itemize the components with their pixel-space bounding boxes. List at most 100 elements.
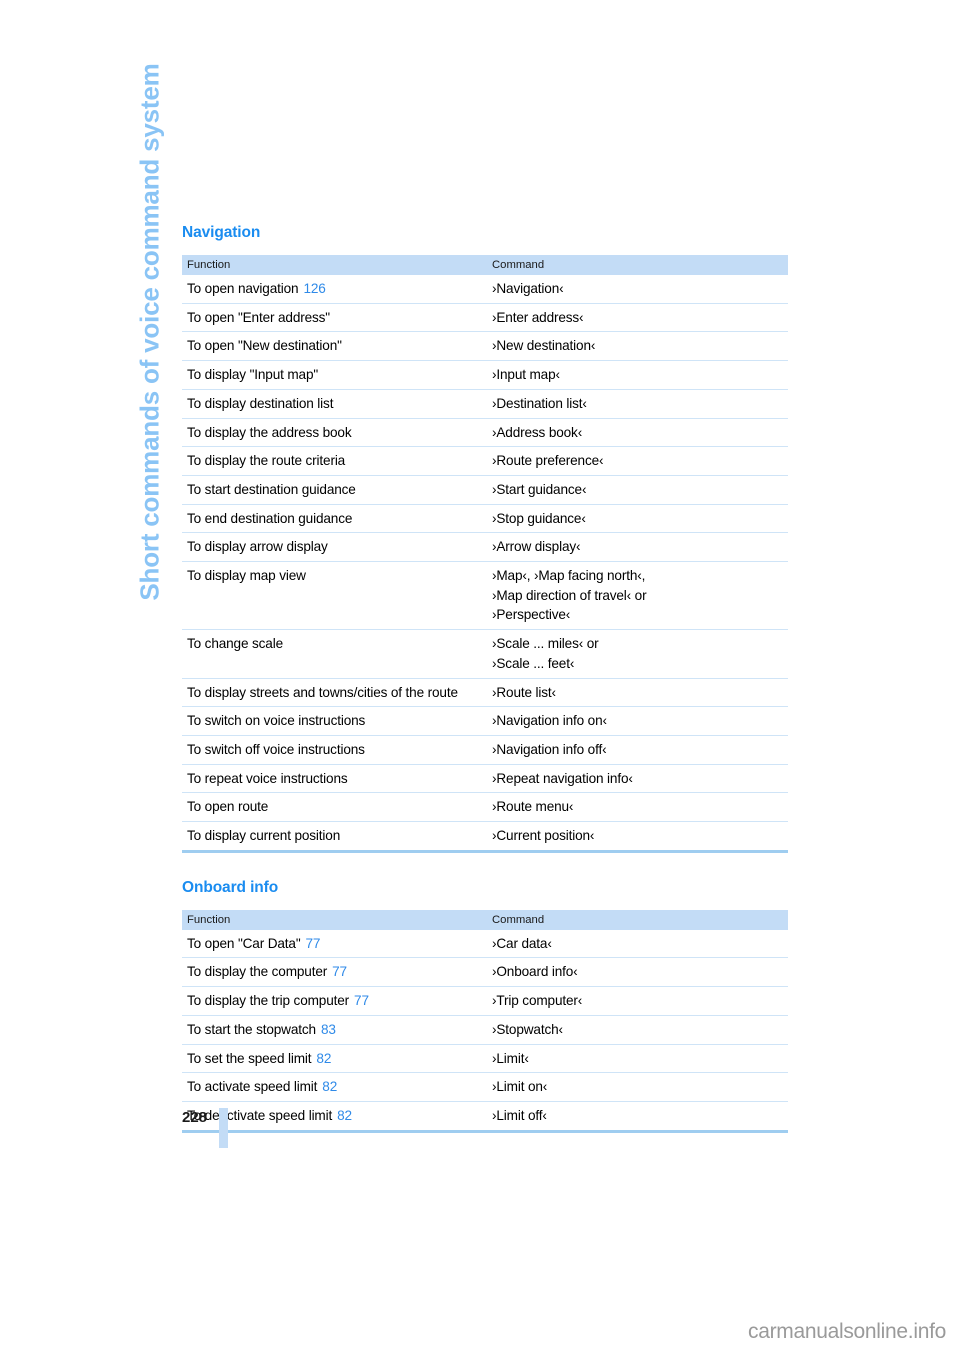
function-label: To display destination list (187, 395, 334, 411)
function-label: To display current position (187, 828, 341, 844)
command-line: ›Repeat navigation info‹ (492, 770, 633, 786)
cell-command: ›Route list‹ (487, 678, 788, 708)
cell-function: To switch on voice instructions (182, 706, 487, 736)
cell-function: To open "Car Data" 77 (182, 929, 487, 959)
command-line: ›Enter address‹ (492, 309, 584, 325)
section-heading: Onboard info (182, 878, 279, 896)
command-line: ›Limit off‹ (492, 1107, 547, 1123)
cell-command: ›Start guidance‹ (487, 475, 788, 505)
cell-function: To switch off voice instructions (182, 735, 487, 765)
cell-command: ›Onboard info‹ (487, 957, 788, 988)
page-reference-link[interactable]: 82 (332, 1108, 352, 1123)
command-line: ›Route menu‹ (492, 799, 574, 815)
command-line: ›Scale ... miles‹ or (492, 636, 599, 652)
table-row: To set the speed limit 82 ›Limit‹ (182, 1044, 788, 1074)
cell-command: ›Map‹, ›Map facing north‹, ›Map direction… (487, 561, 788, 631)
function-label: To display map view (187, 568, 306, 584)
cell-function: To display "Input map" (182, 360, 487, 390)
cell-function: To repeat voice instructions (182, 764, 487, 794)
cell-command: ›Current position‹ (487, 821, 788, 853)
function-label: To display the computer (187, 964, 328, 980)
table-row: To display destination list ›Destination … (182, 389, 788, 419)
cell-function: To open "New destination" (182, 331, 487, 362)
function-label: To display the address book (187, 424, 352, 440)
page-reference-link[interactable]: 83 (316, 1022, 336, 1037)
function-label: To repeat voice instructions (187, 770, 348, 786)
function-label: To display streets and towns/cities of t… (187, 684, 458, 700)
function-label: To open navigation (187, 281, 299, 296)
cell-command: ›Navigation‹ (487, 275, 788, 304)
column-header-command: Command (487, 909, 788, 930)
command-line: ›New destination‹ (492, 338, 596, 354)
table-row: To display "Input map" ›Input map‹ (182, 360, 788, 390)
table-row: To switch on voice instructions ›Navigati… (182, 706, 788, 736)
cell-command: ›Limit off‹ (487, 1101, 788, 1133)
command-line: ›Current position‹ (492, 828, 595, 844)
cell-function: To display arrow display (182, 532, 487, 563)
function-label: To switch on voice instructions (187, 713, 366, 729)
cell-function: To display the route criteria (182, 446, 487, 476)
table-row: To open "Enter address" ›Enter address‹ (182, 303, 788, 333)
page-reference-link[interactable]: 126 (298, 281, 325, 296)
page-reference-link[interactable]: 77 (301, 936, 321, 951)
table-row: To display arrow display ›Arrow display‹ (182, 532, 788, 563)
cell-command: ›Input map‹ (487, 360, 788, 390)
function-label: To change scale (187, 636, 283, 652)
page-marker-bar (219, 1108, 229, 1148)
sections-root: Navigation Function Command To open navigat… (182, 224, 788, 1133)
command-line: ›Scale ... feet‹ (492, 655, 575, 671)
table-header-row: Function Command (182, 255, 788, 275)
page-reference-link[interactable]: 77 (327, 964, 347, 979)
page-number-block: 228 (182, 1108, 229, 1148)
function-label: To display "Input map" (187, 367, 319, 383)
command-line: ›Limit on‹ (492, 1079, 548, 1095)
function-label: To display the route criteria (187, 453, 346, 469)
cell-function: To open route (182, 792, 487, 823)
function-label: To activate speed limit (187, 1079, 318, 1095)
table-row: To display map view ›Map‹, ›Map facing no… (182, 561, 788, 631)
function-label: To start destination guidance (187, 481, 356, 497)
cell-command: ›Trip computer‹ (487, 986, 788, 1016)
cell-command: ›Navigation info off‹ (487, 735, 788, 765)
cell-function: To display map view (182, 561, 487, 631)
page-reference-link[interactable]: 77 (349, 993, 369, 1008)
cell-command: ›Scale ... miles‹ or ›Scale ... feet‹ (487, 629, 788, 679)
function-label: To switch off voice instructions (187, 741, 365, 757)
table-row: To start destination guidance ›Start guid… (182, 475, 788, 505)
function-label: To end destination guidance (187, 510, 353, 526)
cell-function: To display streets and towns/cities of t… (182, 678, 487, 708)
cell-function: To display the trip computer 77 (182, 986, 487, 1016)
cell-function: To change scale (182, 629, 487, 679)
command-line: ›Perspective‹ (492, 607, 571, 623)
page-reference-link[interactable]: 82 (311, 1051, 331, 1066)
command-table: Function Command To open navigation 126 ›Nav… (182, 255, 788, 853)
column-header-function: Function (182, 909, 487, 930)
function-label: To open route (187, 799, 269, 815)
table-row: To start the stopwatch 83 ›Stopwatch‹ (182, 1015, 788, 1045)
command-line: ›Start guidance‹ (492, 481, 587, 497)
cell-command: ›Navigation info on‹ (487, 706, 788, 736)
cell-command: ›Stop guidance‹ (487, 504, 788, 534)
table-row: To display the route criteria ›Route pref… (182, 446, 788, 476)
table-row: To end destination guidance ›Stop guidanc… (182, 504, 788, 534)
footer-watermark: carmanualsonline.info (748, 1320, 946, 1343)
table-row: To activate speed limit 82 ›Limit on‹ (182, 1072, 788, 1102)
table-row: To display the address book ›Address book… (182, 418, 788, 448)
function-label: To display arrow display (187, 539, 328, 555)
page-reference-link[interactable]: 82 (317, 1079, 337, 1094)
command-table: Function Command To open "Car Data" 77 ›Car … (182, 909, 788, 1133)
command-line: ›Onboard info‹ (492, 964, 578, 980)
cell-function: To start the stopwatch 83 (182, 1015, 487, 1045)
table-row: To open navigation 126 ›Navigation‹ (182, 275, 788, 304)
column-header-command: Command (487, 255, 788, 275)
document-content: Navigation Function Command To open navigat… (182, 224, 788, 1133)
cell-function: To activate speed limit 82 (182, 1072, 487, 1102)
command-line: ›Route list‹ (492, 684, 556, 700)
cell-command: ›Limit on‹ (487, 1072, 788, 1102)
cell-function: To display destination list (182, 389, 487, 419)
command-line: ›Destination list‹ (492, 395, 587, 411)
section-heading: Navigation (182, 224, 261, 241)
command-line: ›Map direction of travel‹ or (492, 587, 647, 603)
table-row: To display the trip computer 77 ›Trip comp… (182, 986, 788, 1016)
command-line: ›Limit‹ (492, 1050, 529, 1066)
